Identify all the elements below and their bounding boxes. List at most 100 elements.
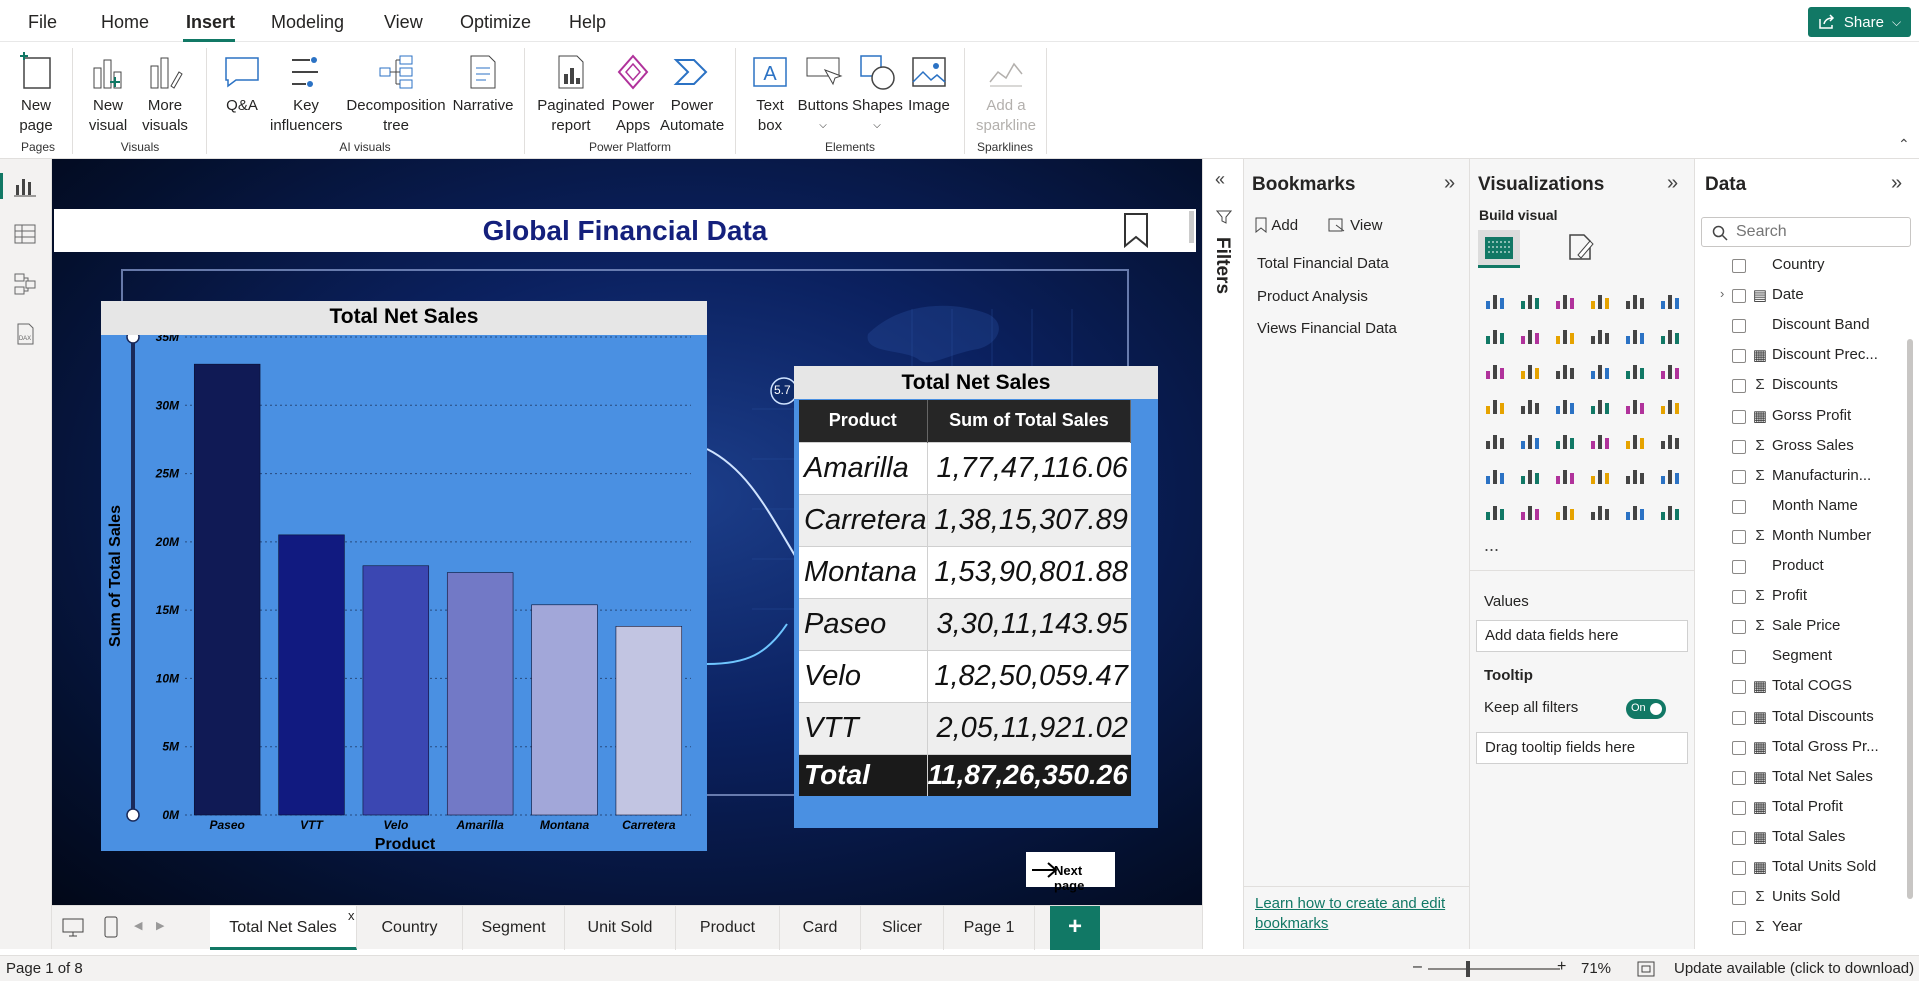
field-checkbox[interactable] (1732, 861, 1746, 875)
paginated-report-button[interactable]: Paginated report (535, 52, 607, 136)
visual-type-icon[interactable] (1519, 289, 1541, 311)
field-checkbox[interactable] (1732, 529, 1746, 544)
filters-pane-collapsed[interactable]: « Filters (1202, 159, 1244, 949)
values-drop-well[interactable]: Add data fields here (1476, 620, 1688, 652)
field-checkbox[interactable] (1732, 830, 1746, 845)
scroll-right-icon[interactable]: ▶ (156, 919, 164, 932)
bookmark-icon[interactable] (1122, 212, 1150, 248)
col-header-total-sales[interactable]: Sum of Total Sales (927, 400, 1132, 442)
field-checkbox[interactable] (1732, 319, 1746, 334)
field-checkbox[interactable] (1732, 499, 1746, 514)
collapse-bookmarks-icon[interactable]: » (1444, 172, 1455, 195)
visual-type-icon[interactable] (1624, 500, 1646, 522)
bookmark-item[interactable]: Total Financial Data (1257, 255, 1389, 272)
collapse-visualizations-icon[interactable]: » (1667, 172, 1678, 195)
buttons-button[interactable]: Buttons ⌵ (796, 52, 850, 136)
learn-bookmarks-link[interactable]: Learn how to create and edit bookmarks (1255, 894, 1455, 934)
search-input[interactable] (1736, 222, 1896, 242)
visual-type-icon[interactable] (1484, 500, 1506, 522)
new-page-button[interactable]: New page (10, 52, 62, 136)
visual-type-icon[interactable] (1554, 289, 1576, 311)
mobile-layout-icon[interactable] (104, 916, 118, 938)
visual-type-icon[interactable] (1554, 429, 1576, 451)
bookmark-item[interactable]: Product Analysis (1257, 288, 1368, 305)
field-checkbox[interactable] (1732, 469, 1746, 484)
visual-type-icon[interactable] (1589, 464, 1611, 486)
visual-type-icon[interactable] (1589, 289, 1611, 311)
visual-type-icon[interactable] (1519, 394, 1541, 416)
menu-file[interactable]: File (28, 12, 57, 33)
col-header-product[interactable]: Product (799, 400, 928, 442)
field-checkbox[interactable] (1732, 800, 1746, 815)
field-checkbox[interactable] (1732, 770, 1746, 785)
field-checkbox[interactable] (1732, 259, 1746, 273)
visual-type-icon[interactable] (1624, 429, 1646, 451)
menu-insert[interactable]: Insert (186, 12, 235, 33)
field-checkbox[interactable] (1732, 921, 1746, 936)
format-visual-icon[interactable] (1564, 231, 1596, 263)
visual-type-icon[interactable] (1659, 289, 1681, 311)
menu-home[interactable]: Home (101, 12, 149, 33)
page-tab[interactable]: Unit Sold (565, 906, 676, 950)
visual-type-icon[interactable] (1484, 429, 1506, 451)
share-button[interactable]: Share ⌵ (1808, 7, 1911, 37)
more-visuals-icon[interactable]: ... (1484, 535, 1499, 556)
visual-type-icon[interactable] (1589, 324, 1611, 346)
image-button[interactable]: Image (906, 52, 952, 116)
model-view-icon[interactable] (12, 271, 38, 297)
field-checkbox[interactable] (1732, 409, 1746, 424)
visual-type-icon[interactable] (1624, 464, 1646, 486)
view-bookmark-button[interactable]: View (1328, 217, 1382, 234)
page-tab[interactable]: Card (780, 906, 861, 950)
title-scrollbar[interactable] (1189, 211, 1194, 243)
add-sparkline-button[interactable]: Add a sparkline (972, 52, 1040, 136)
visual-type-icon[interactable] (1484, 359, 1506, 381)
menu-help[interactable]: Help (569, 12, 606, 33)
more-visuals-button[interactable]: More visuals (136, 52, 194, 136)
dax-query-view-icon[interactable]: DAX (12, 321, 38, 347)
field-checkbox[interactable] (1732, 349, 1746, 364)
field-checkbox[interactable] (1732, 891, 1746, 906)
expand-filters-icon[interactable]: « (1215, 169, 1225, 190)
add-bookmark-button[interactable]: Add (1254, 217, 1298, 234)
visual-type-icon[interactable] (1484, 464, 1506, 486)
visual-type-icon[interactable] (1624, 289, 1646, 311)
visual-type-icon[interactable] (1554, 359, 1576, 381)
new-visual-button[interactable]: New visual (82, 52, 134, 136)
zoom-out-icon[interactable]: – (1413, 958, 1422, 976)
visual-type-icon[interactable] (1484, 324, 1506, 346)
collapse-data-icon[interactable]: » (1891, 172, 1902, 195)
net-sales-table-visual[interactable]: Total Net Sales Product Sum of Total Sal… (794, 366, 1158, 828)
page-tab[interactable]: Country (357, 906, 463, 950)
field-checkbox[interactable] (1732, 620, 1746, 635)
next-page-button[interactable]: Next page (1026, 852, 1115, 893)
visual-type-icon[interactable] (1589, 500, 1611, 522)
field-checkbox[interactable] (1732, 379, 1746, 394)
visual-type-icon[interactable] (1554, 324, 1576, 346)
decomposition-tree-button[interactable]: Decomposition tree (345, 52, 447, 136)
field-checkbox[interactable] (1732, 740, 1746, 755)
visual-type-icon[interactable] (1659, 429, 1681, 451)
menu-optimize[interactable]: Optimize (460, 12, 531, 33)
field-checkbox[interactable] (1732, 650, 1746, 665)
field-checkbox[interactable] (1732, 560, 1746, 574)
key-influencers-button[interactable]: Key influencers (270, 52, 343, 136)
data-pane-scrollbar[interactable] (1907, 339, 1913, 899)
visual-type-icon[interactable] (1624, 394, 1646, 416)
page-tab[interactable]: Total Net Sales x (210, 906, 357, 950)
bookmark-item[interactable]: Views Financial Data (1257, 320, 1397, 337)
visual-type-icon[interactable] (1554, 394, 1576, 416)
scroll-left-icon[interactable]: ◀ (134, 919, 142, 932)
desktop-layout-icon[interactable] (62, 918, 84, 938)
zoom-slider-track[interactable] (1428, 968, 1560, 970)
power-apps-button[interactable]: Power Apps (610, 52, 656, 136)
menu-modeling[interactable]: Modeling (271, 12, 344, 33)
report-canvas[interactable]: 5.7 Global Financial Data Total Net Sale… (52, 159, 1202, 905)
tooltip-drop-well[interactable]: Drag tooltip fields here (1476, 732, 1688, 764)
visual-type-icon[interactable] (1624, 324, 1646, 346)
page-tab[interactable]: Segment (463, 906, 565, 950)
page-tab[interactable]: Page 1 (944, 906, 1035, 950)
fit-to-page-icon[interactable] (1637, 961, 1655, 977)
field-checkbox[interactable] (1732, 710, 1746, 725)
chevron-right-icon[interactable]: › (1720, 286, 1724, 301)
